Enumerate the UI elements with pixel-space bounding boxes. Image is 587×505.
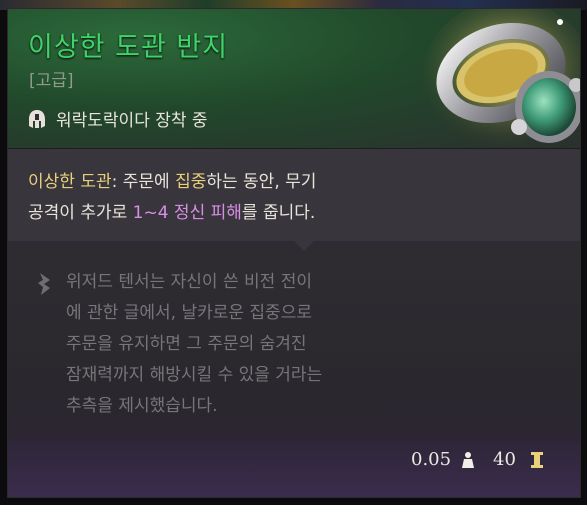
- lore-line: 에 관한 글에서, 날카로운 집중으로: [66, 303, 312, 323]
- lore-line: 추측을 제시했습니다.: [66, 396, 218, 416]
- helmet-icon: [29, 109, 45, 128]
- lore-text: 위저드 텐서는 자신이 쓴 비전 전이 에 관한 글에서, 날카로운 집중으로 …: [66, 267, 416, 422]
- effect-text-2: 하는 동안, 무기: [206, 172, 317, 192]
- effect-line-2: 공격이 추가로 1~4 정신 피해를 줍니다.: [28, 198, 548, 229]
- equipped-status: 워락도락이다 장착 중: [26, 106, 208, 131]
- coin-icon: [531, 452, 543, 468]
- item-name: 이상한 도관 반지: [28, 32, 229, 63]
- lore-line: 위저드 텐서는 자신이 쓴 비전 전이: [66, 272, 312, 292]
- effect-description: 이상한 도관: 주문에 집중하는 동안, 무기 공격이 추가로 1~4 정신 피…: [28, 167, 548, 229]
- item-tooltip: 이상한 도관 반지 [고급] 워락도락이다 장착 중 이상한 도관: 주문에 집…: [7, 8, 581, 498]
- item-value: 40: [493, 449, 516, 470]
- concentration-keyword[interactable]: 집중: [175, 172, 206, 192]
- equipped-text: 워락도락이다 장착 중: [56, 111, 208, 131]
- effect-text-4: 를 줍니다.: [241, 203, 316, 223]
- effect-line-1: 이상한 도관: 주문에 집중하는 동안, 무기: [28, 167, 548, 198]
- lore-line: 주문을 유지하면 그 주문의 숨겨진: [66, 334, 307, 354]
- effect-text-1: : 주문에: [111, 172, 176, 192]
- psychic-damage[interactable]: 1~4 정신 피해: [133, 203, 242, 223]
- weight-icon: [462, 452, 474, 468]
- quill-icon: [38, 273, 50, 295]
- effect-text-3: 공격이 추가로: [28, 203, 133, 223]
- effect-label: 이상한 도관: [28, 172, 112, 192]
- item-rarity: [고급]: [29, 71, 74, 91]
- ring-image: [423, 9, 580, 150]
- item-weight: 0.05: [411, 449, 452, 470]
- lore-line: 잠재력까지 해방시킬 수 있을 거라는: [66, 365, 323, 385]
- effect-pointer: [294, 241, 314, 251]
